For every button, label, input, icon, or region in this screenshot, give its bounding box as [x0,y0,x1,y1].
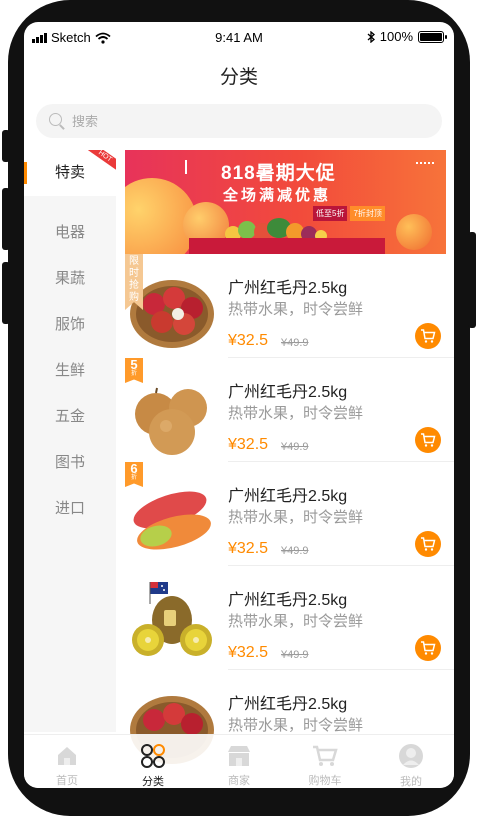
product-name: 广州红毛丹2.5kg [228,384,348,401]
banner-zigzag-icon [416,162,434,166]
sidebar-item-sale[interactable]: 特卖 HOT [24,150,116,196]
search-bar[interactable] [36,104,442,138]
product-item[interactable]: 5折 广州红毛丹2.5kg 热带水果，时令尝鲜 ¥32.5 ¥49.9 [116,358,454,462]
product-price: ¥32.5 [228,540,269,557]
battery-icon [418,30,447,43]
cart-icon [421,641,436,655]
sidebar-item-label: 电器 [54,224,85,241]
category-sidebar: 特卖 HOT 电器 果蔬 服饰 生鲜 五金 图书 进口 [24,150,116,732]
banner-stage [189,238,385,254]
product-desc: 热带水果，时令尝鲜 [228,717,364,734]
volume-up-button [2,188,10,250]
product-price: ¥32.5 [228,436,269,453]
product-desc: 热带水果，时令尝鲜 [228,405,364,422]
discount-ribbon: 6折 [125,462,143,487]
cart-icon [421,537,436,551]
cart-icon [421,433,436,447]
product-item[interactable]: 限时抢购 广州红毛丹2.5kg 热带水果，时令尝鲜 ¥32.5 ¥49.9 [116,254,454,358]
tab-bar: 首页 分类 商家 购物车 我的 [24,734,454,788]
store-icon [226,743,252,768]
product-name: 广州红毛丹2.5kg [228,696,348,713]
product-image-kiwi [132,582,212,656]
product-desc: 热带水果，时令尝鲜 [228,613,364,630]
category-icon [140,743,166,769]
search-icon [48,112,66,130]
add-to-cart-button[interactable] [415,427,441,453]
sidebar-item-imported[interactable]: 进口 [24,486,116,532]
add-to-cart-button[interactable] [415,323,441,349]
sidebar-item-produce[interactable]: 果蔬 [24,256,116,302]
search-input[interactable] [72,113,372,129]
product-desc: 热带水果，时令尝鲜 [228,509,364,526]
sidebar-item-apparel[interactable]: 服饰 [24,302,116,348]
sidebar-item-label: 生鲜 [54,362,85,379]
tab-category[interactable]: 分类 [110,735,196,788]
sidebar-item-label: 特卖 [54,164,85,181]
tab-store[interactable]: 商家 [196,735,282,788]
product-old-price: ¥49.9 [281,337,309,349]
discount-ribbon: 5折 [125,358,143,383]
sidebar-item-label: 五金 [54,408,85,425]
tab-home[interactable]: 首页 [24,735,110,788]
product-old-price: ¥49.9 [281,649,309,661]
product-item[interactable]: 6折 广州红毛丹2.5kg 热带水果，时令尝鲜 ¥32.5 ¥49.9 [116,462,454,566]
product-price: ¥32.5 [228,332,269,349]
banner-subtitle: 全场满减优惠 [223,187,332,204]
user-icon [398,743,424,769]
sidebar-item-books[interactable]: 图书 [24,440,116,486]
product-price: ¥32.5 [228,644,269,661]
banner-deal-2: 7折封顶 [350,206,385,221]
battery-percent: 100% [379,29,413,44]
cart-icon [312,743,338,768]
sidebar-item-label: 图书 [54,454,85,471]
status-bar: Sketch 9:41 AM 100% [24,22,454,56]
sidebar-item-label: 果蔬 [54,270,85,287]
flash-sale-ribbon: 限时抢购 [125,254,143,310]
product-old-price: ¥49.9 [281,441,309,453]
promo-banner[interactable]: 818暑期大促 全场满减优惠 低至5折 7折封顶 [125,150,446,254]
sidebar-item-label: 服饰 [54,316,85,333]
app-screen: Sketch 9:41 AM 100% 分类 特卖 HOT 电器 [24,22,454,788]
sidebar-item-fresh[interactable]: 生鲜 [24,348,116,394]
sidebar-item-electronics[interactable]: 电器 [24,210,116,256]
tab-label: 购物车 [308,775,342,787]
product-item[interactable]: 广州红毛丹2.5kg 热带水果，时令尝鲜 ¥32.5 ¥49.9 [116,566,454,670]
banner-mark-icon [185,160,191,174]
product-old-price: ¥49.9 [281,545,309,557]
tab-profile[interactable]: 我的 [368,735,454,788]
page-title: 分类 [219,67,258,88]
volume-down-button [2,262,10,324]
product-name: 广州红毛丹2.5kg [228,280,348,297]
tab-cart[interactable]: 购物车 [282,735,368,788]
hot-badge: HOT [88,150,116,172]
tab-label: 商家 [228,775,250,787]
add-to-cart-button[interactable] [415,635,441,661]
tab-label: 我的 [400,776,422,788]
cart-icon [421,329,436,343]
tab-label: 分类 [142,776,164,788]
sidebar-item-hardware[interactable]: 五金 [24,394,116,440]
sidebar-item-label: 进口 [54,500,85,517]
add-to-cart-button[interactable] [415,531,441,557]
product-list: 限时抢购 广州红毛丹2.5kg 热带水果，时令尝鲜 ¥32.5 ¥49.9 5 … [116,254,454,774]
product-name: 广州红毛丹2.5kg [228,592,348,609]
product-name: 广州红毛丹2.5kg [228,488,348,505]
power-button [468,232,476,328]
bluetooth-icon [367,30,375,43]
silent-switch [2,130,10,162]
banner-title: 818暑期大促 [221,163,336,184]
product-desc: 热带水果，时令尝鲜 [228,301,364,318]
tab-label: 首页 [56,775,78,787]
home-icon [54,743,80,768]
